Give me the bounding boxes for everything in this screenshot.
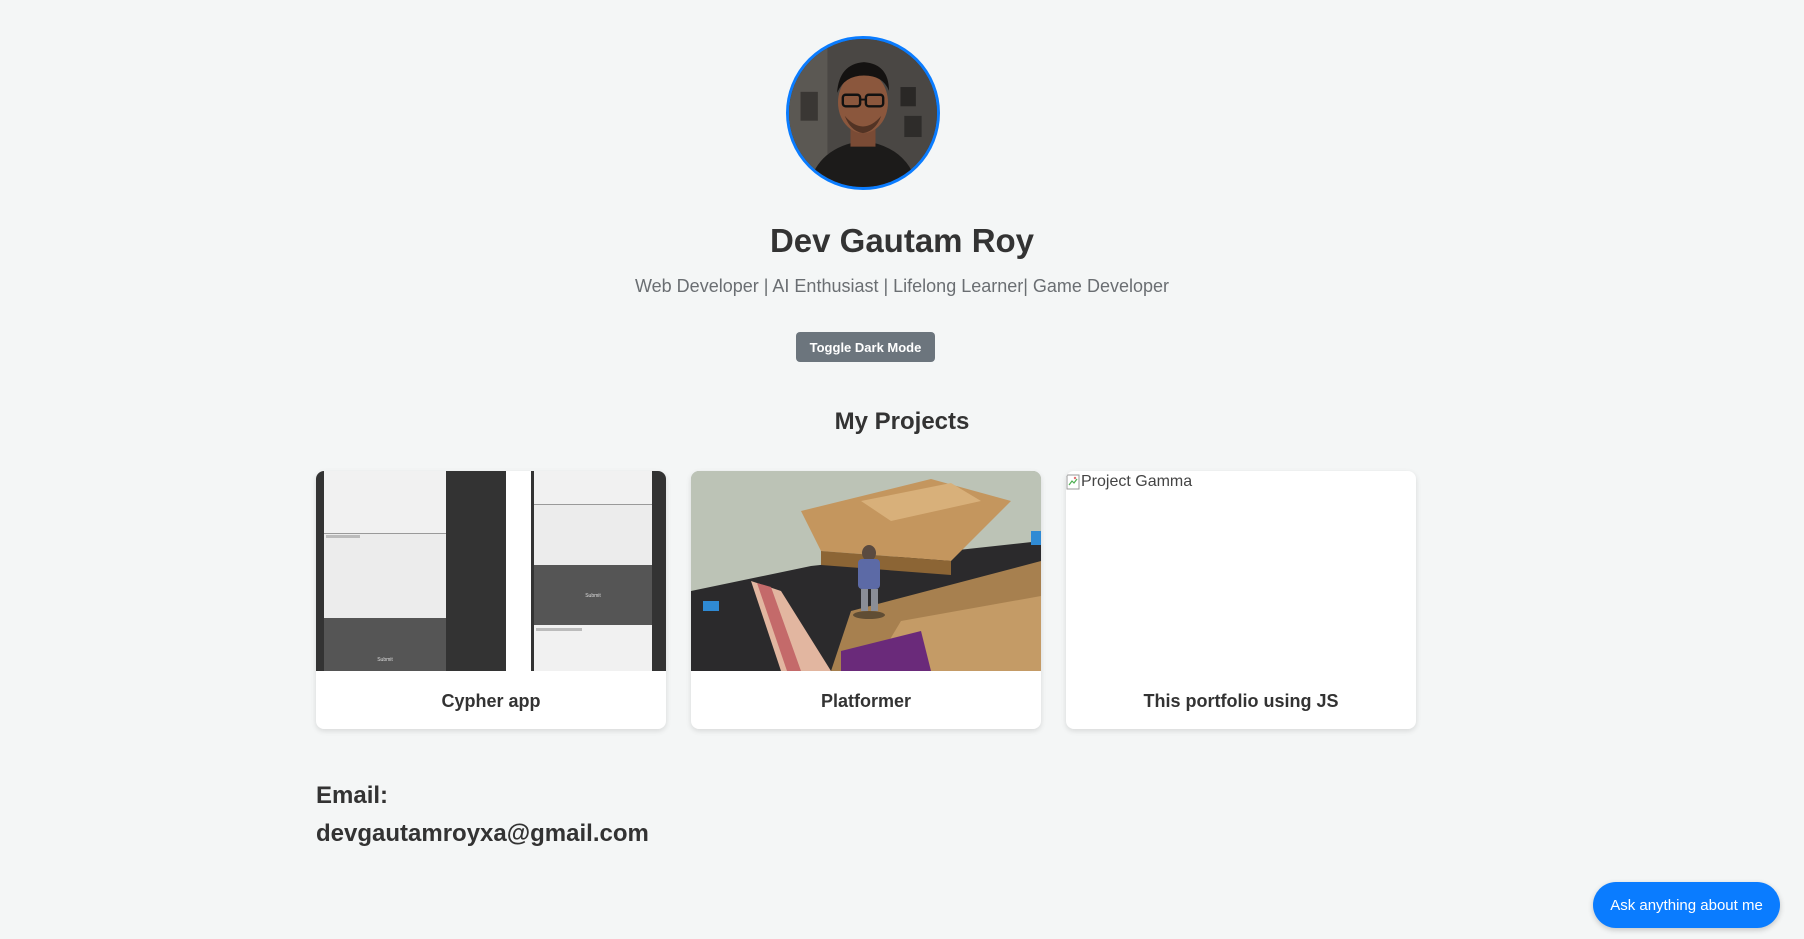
broken-image-alt: Project Gamma: [1081, 473, 1193, 490]
project-title: Cypher app: [441, 691, 541, 711]
project-title: Platformer: [820, 691, 912, 711]
project-card-platformer[interactable]: Platformer: [691, 471, 1041, 729]
project-thumbnail: Submit Submit: [316, 471, 666, 671]
profile-tagline: Web Developer | AI Enthusiast | Lifelong…: [635, 276, 1169, 296]
profile-name: Dev Gautam Roy: [769, 222, 1035, 259]
avatar: [786, 36, 940, 190]
broken-image: Project Gamma: [1066, 473, 1192, 491]
toggle-dark-mode-button[interactable]: Toggle Dark Mode: [796, 332, 935, 362]
project-card-cypher[interactable]: Submit Submit Cypher app: [316, 471, 666, 729]
project-thumbnail: Project Gamma: [1066, 471, 1416, 671]
project-thumbnail: [691, 471, 1041, 671]
ask-chat-button[interactable]: Ask anything about me: [1593, 882, 1780, 928]
thumb-submit-text: Submit: [585, 593, 601, 599]
avatar-photo: [789, 39, 937, 187]
projects-heading: My Projects: [834, 408, 970, 435]
thumb-submit-text: Submit: [377, 657, 393, 663]
email-address[interactable]: devgautamroyxa@gmail.com: [316, 820, 649, 848]
email-label: Email:: [316, 782, 389, 809]
broken-image-icon: [1066, 474, 1080, 490]
project-card-portfolio[interactable]: Project Gamma This portfolio using JS: [1066, 471, 1416, 729]
project-title: This portfolio using JS: [1143, 691, 1339, 711]
portfolio-page: Dev Gautam Roy Web Developer | AI Enthus…: [0, 0, 1804, 939]
